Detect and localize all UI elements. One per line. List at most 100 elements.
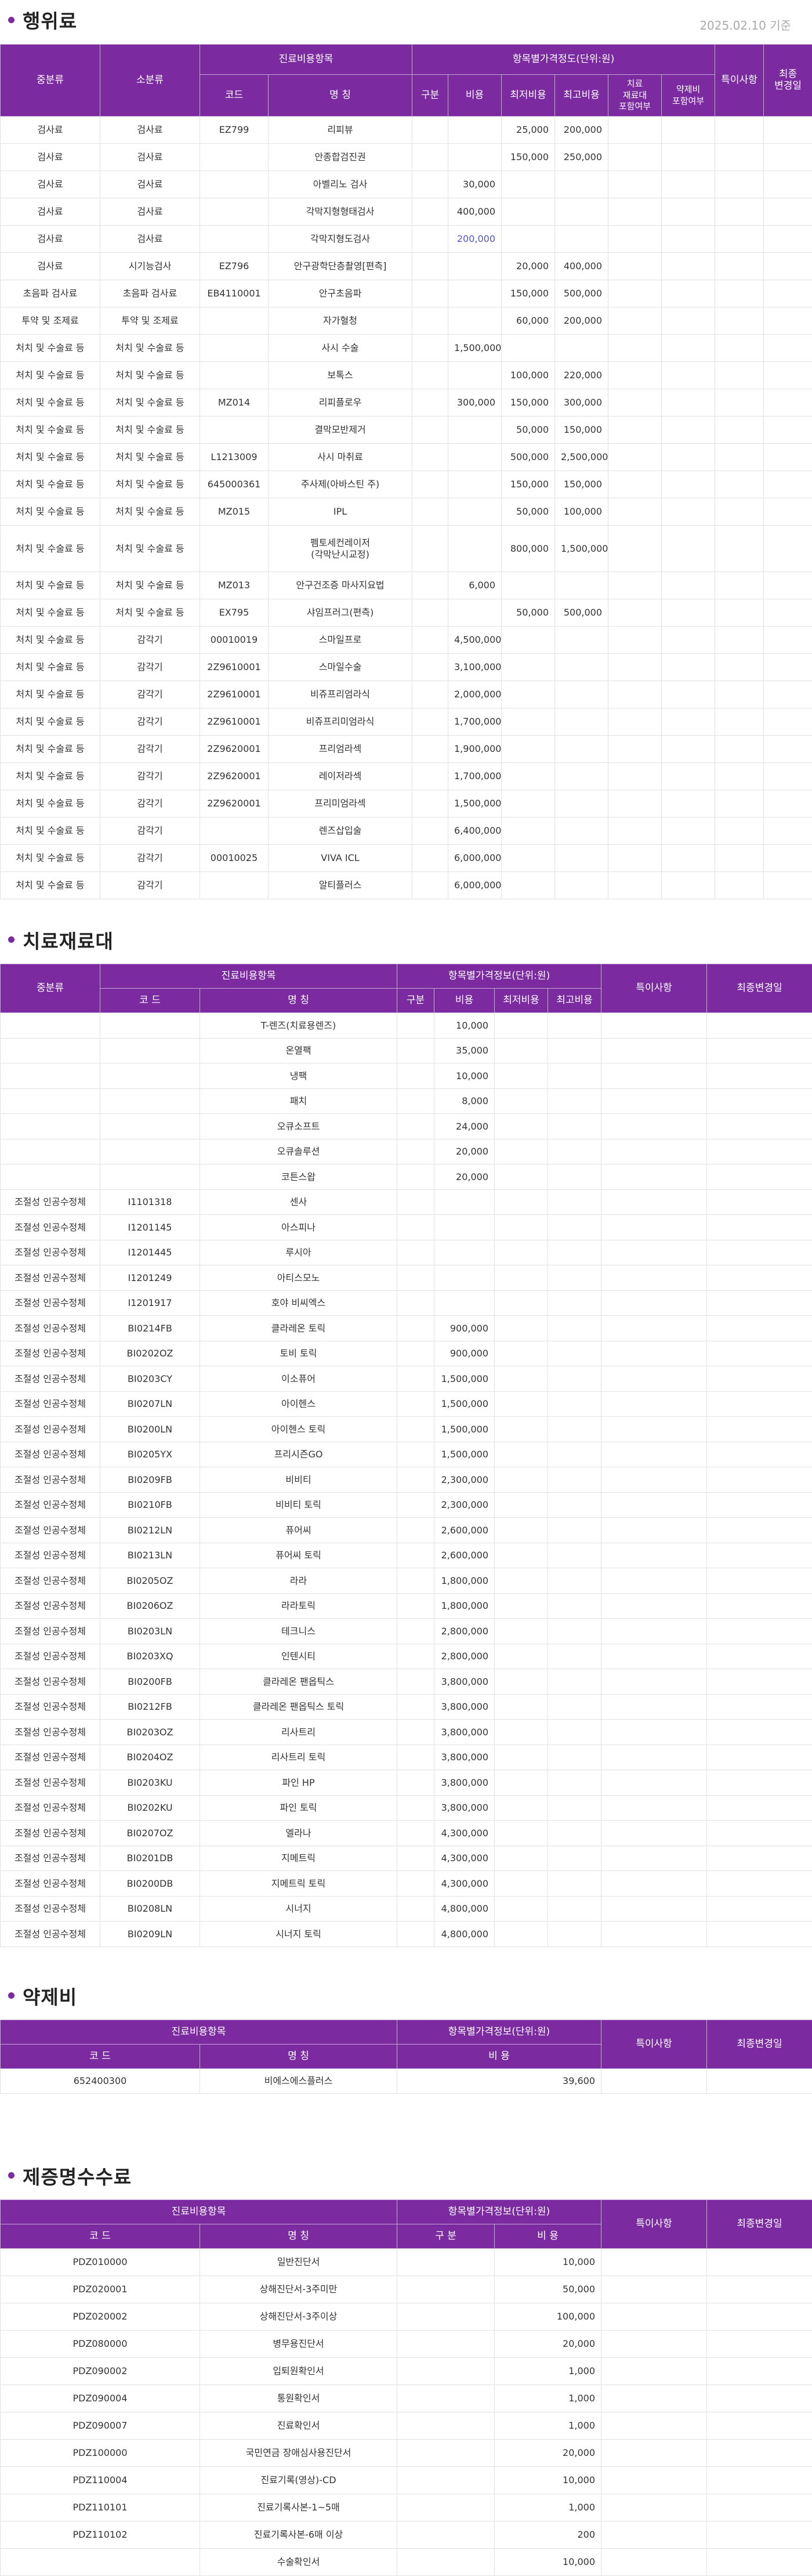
cell-min: 25,000 bbox=[502, 117, 555, 144]
cell-cost: 2,600,000 bbox=[434, 1518, 495, 1543]
cell-type bbox=[397, 1871, 434, 1897]
cell-changed bbox=[707, 1795, 812, 1821]
cell-min bbox=[502, 171, 555, 198]
table-row: 조절성 인공수정체BI0205OZ라라1,800,000 bbox=[1, 1568, 812, 1594]
cell-type bbox=[412, 389, 448, 417]
cell-changed bbox=[707, 1290, 812, 1316]
table-row: 온열팩35,000 bbox=[1, 1038, 812, 1063]
cell-type bbox=[397, 1922, 434, 1947]
cell-major: 투약 및 조제료 bbox=[1, 307, 100, 335]
col-header-drug-included: 약제비 포함여부 bbox=[662, 75, 715, 117]
cell-major: 검사료 bbox=[1, 253, 100, 280]
col-group-prices: 항목별가격정보(단위:원) bbox=[397, 964, 601, 989]
cell-major: 처치 및 수술료 등 bbox=[1, 845, 100, 872]
table-row: 조절성 인공수정체BI0203KU파인 HP3,800,000 bbox=[1, 1770, 812, 1796]
cell-major: 처치 및 수술료 등 bbox=[1, 681, 100, 708]
cell-cost: 1,500,000 bbox=[434, 1442, 495, 1467]
cell-code: I1201249 bbox=[100, 1265, 200, 1291]
cell-special bbox=[601, 1568, 707, 1594]
cell-code bbox=[100, 1164, 200, 1190]
cell-type bbox=[397, 1316, 434, 1341]
cell-code bbox=[100, 1013, 200, 1039]
cell-type bbox=[412, 845, 448, 872]
cell-changed bbox=[707, 2331, 812, 2358]
cell-max bbox=[555, 226, 608, 253]
cell-min bbox=[495, 1013, 548, 1039]
cell-code: BI0205OZ bbox=[100, 1568, 200, 1594]
cell-changed bbox=[707, 1518, 812, 1543]
cell-special bbox=[601, 2303, 707, 2331]
cell-cost bbox=[448, 307, 502, 335]
cell-name: 상해진단서-3주미만 bbox=[200, 2276, 397, 2303]
cell-name: 코튼스왑 bbox=[200, 1164, 397, 1190]
cell-name: 인텐시티 bbox=[200, 1644, 397, 1669]
cell-type bbox=[397, 1088, 434, 1114]
cell-max bbox=[548, 1139, 601, 1164]
cell-cost: 300,000 bbox=[448, 389, 502, 417]
cell-type bbox=[397, 1164, 434, 1190]
cell-min bbox=[495, 1391, 548, 1417]
section-title: 행위료 bbox=[23, 6, 77, 34]
table-row: 조절성 인공수정체BI0212LN퓨어씨2,600,000 bbox=[1, 1518, 812, 1543]
cell-changed bbox=[707, 1669, 812, 1695]
table-row: PDZ110004진료기록(영상)-CD10,000 bbox=[1, 2467, 812, 2494]
table-row: 처치 및 수술료 등처치 및 수술료 등MZ013안구건조증 마사지요법6,00… bbox=[1, 572, 812, 599]
cell-drug-included bbox=[662, 335, 715, 362]
cell-code: BI0200FB bbox=[100, 1669, 200, 1695]
cell-changed bbox=[707, 1240, 812, 1265]
cell-major: 조절성 인공수정체 bbox=[1, 1316, 100, 1341]
cell-code: 00010025 bbox=[200, 845, 269, 872]
cell-max bbox=[548, 1114, 601, 1139]
table-row: 조절성 인공수정체BI0203XQ인텐시티2,800,000 bbox=[1, 1644, 812, 1669]
cell-changed bbox=[707, 1492, 812, 1518]
table-row: 조절성 인공수정체BI0212FB클라레온 팬옵틱스 토릭3,800,000 bbox=[1, 1694, 812, 1720]
cell-changed bbox=[707, 2440, 812, 2467]
cell-min bbox=[495, 1619, 548, 1644]
table-row: 조절성 인공수정체BI0209LN시너지 토릭4,800,000 bbox=[1, 1922, 812, 1947]
cell-cost bbox=[434, 1290, 495, 1316]
cell-special bbox=[715, 872, 764, 899]
cell-name: 진료기록사본-1~5매 bbox=[200, 2494, 397, 2521]
cell-major: 조절성 인공수정체 bbox=[1, 1568, 100, 1594]
cell-max bbox=[548, 1644, 601, 1669]
cell-min bbox=[495, 1114, 548, 1139]
cell-name: 아이헨스 bbox=[200, 1391, 397, 1417]
cell-type bbox=[397, 1417, 434, 1442]
cell-code: BI0210FB bbox=[100, 1492, 200, 1518]
cell-changed bbox=[707, 1088, 812, 1114]
cell-cost: 1,500,000 bbox=[448, 790, 502, 817]
cell-code bbox=[200, 171, 269, 198]
col-header-type: 구분 bbox=[412, 75, 448, 117]
cell-changed bbox=[764, 226, 812, 253]
cell-cost: 10,000 bbox=[434, 1013, 495, 1039]
cell-changed bbox=[707, 1189, 812, 1215]
cell-changed bbox=[764, 654, 812, 681]
col-group-items: 진료비용항목 bbox=[100, 964, 397, 989]
cell-name: 냉팩 bbox=[200, 1063, 397, 1089]
cell-min bbox=[495, 1593, 548, 1619]
cell-changed bbox=[707, 1391, 812, 1417]
cell-cost bbox=[434, 1215, 495, 1240]
cell-changed bbox=[707, 2303, 812, 2331]
cell-changed bbox=[707, 1366, 812, 1392]
cell-name: 클라레온 토릭 bbox=[200, 1316, 397, 1341]
cell-drug-included bbox=[662, 627, 715, 654]
cell-special bbox=[601, 2069, 707, 2094]
cell-name: 리피플로우 bbox=[269, 389, 412, 417]
cell-min bbox=[495, 1896, 548, 1922]
cell-cost bbox=[448, 444, 502, 471]
cell-cost: 1,000 bbox=[495, 2358, 601, 2385]
cell-cost: 35,000 bbox=[434, 1038, 495, 1063]
cell-max bbox=[548, 1795, 601, 1821]
cell-drug-included bbox=[662, 362, 715, 389]
cell-code: PDZ110004 bbox=[1, 2467, 200, 2494]
cell-min bbox=[495, 1745, 548, 1770]
cell-cost: 4,300,000 bbox=[434, 1821, 495, 1846]
cell-special bbox=[601, 1038, 707, 1063]
cell-minor: 검사료 bbox=[100, 117, 200, 144]
cell-special bbox=[715, 654, 764, 681]
cell-cost bbox=[448, 144, 502, 171]
cell-min bbox=[495, 1164, 548, 1190]
col-header-type: 구분 bbox=[397, 989, 434, 1013]
cell-special bbox=[601, 1922, 707, 1947]
